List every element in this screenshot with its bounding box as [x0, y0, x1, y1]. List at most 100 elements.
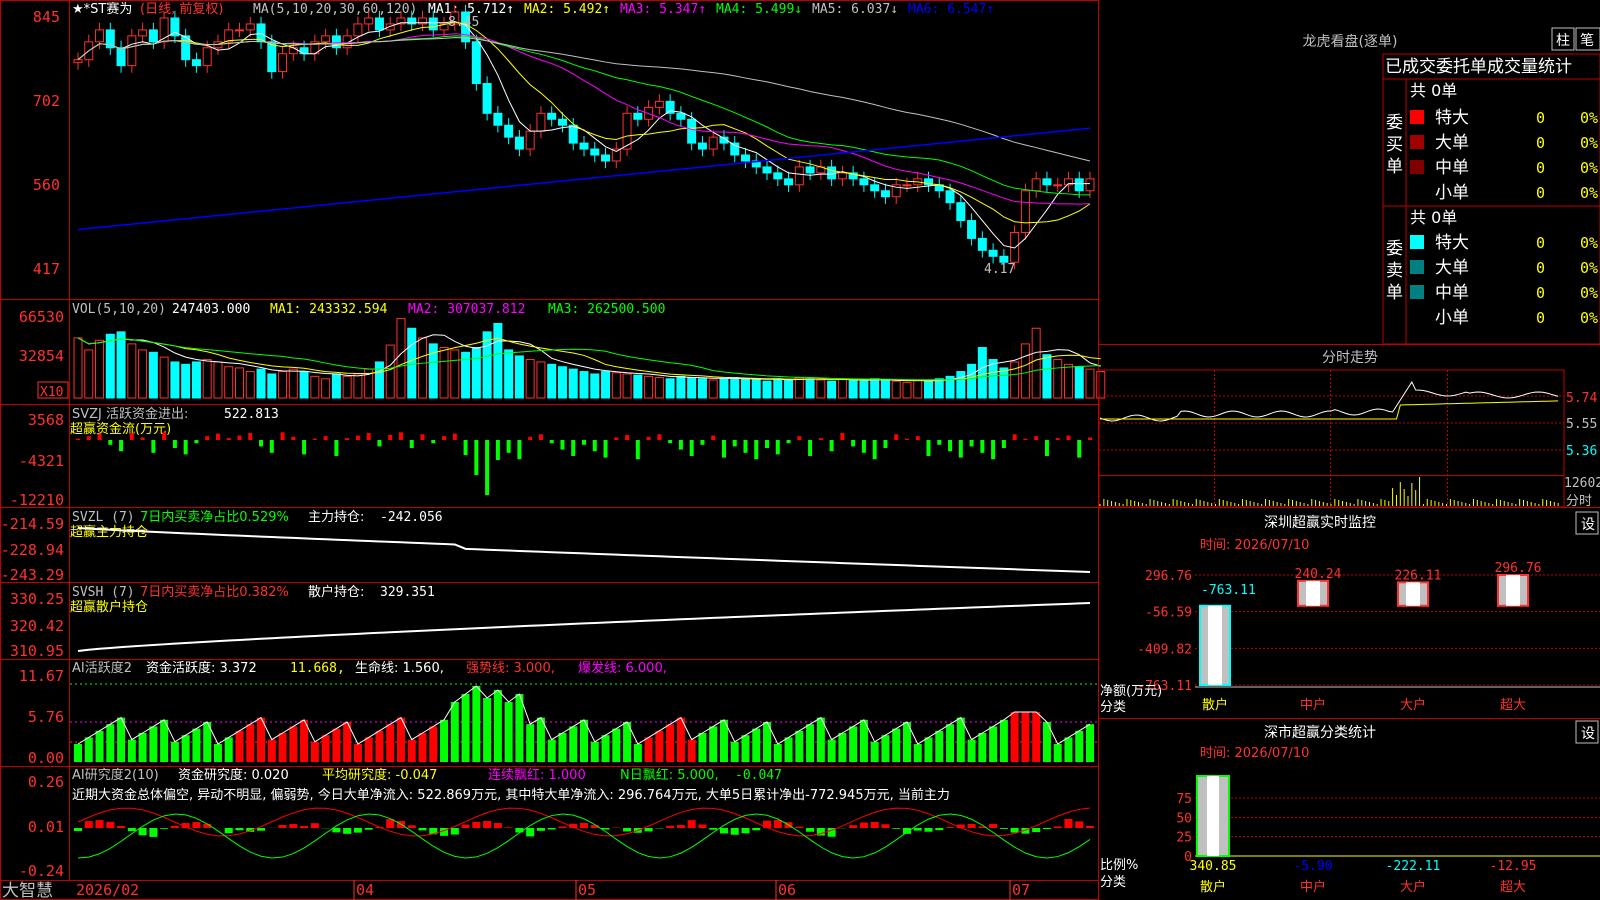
ai-active-bar — [773, 744, 782, 762]
vol-bar — [859, 380, 869, 399]
classify-category: 中户 — [1300, 879, 1326, 895]
ai-active-bar — [1021, 712, 1030, 762]
ai-research-d: N日飘红: 5.000, — [620, 767, 719, 783]
monitor-panel: 深圳超赢实时监控 设 时间: 2026/07/10 296.76 -56.59 -4… — [1098, 507, 1600, 715]
svzj-value: 522.813 — [224, 407, 279, 422]
monitor-chart: 296.76-56.59-409.82-763.11-763.11散户240.2… — [1137, 561, 1600, 713]
chart-canvas: 845 702 560 417 ★*ST赛为 (日线, 前复权) MA(5,10… — [0, 0, 1600, 900]
ai-active-bar — [386, 724, 395, 762]
svzj-bar — [323, 436, 328, 440]
ai-research-bar — [235, 828, 244, 831]
classify-value: -12.95 — [1490, 859, 1537, 874]
vol-bar — [514, 355, 524, 399]
vol-bar — [837, 378, 847, 399]
intraday-title: 分时走势 — [1322, 350, 1378, 366]
svzj-bar — [668, 440, 673, 444]
svsh-line — [77, 602, 1091, 652]
intraday-avg-line — [1100, 400, 1559, 420]
svsh-title: SVSH (7) 7日内买卖净占比0.382% 散户持仓: 329.351 超赢… — [70, 584, 435, 615]
svzj-bar — [420, 434, 425, 440]
vol-bar — [762, 380, 772, 399]
ai-active-bar — [418, 733, 427, 762]
vol-bar — [116, 331, 126, 399]
price-tick: 560 — [33, 176, 60, 194]
ai-research-bar — [806, 828, 815, 832]
ai-active-bar — [504, 702, 513, 762]
vol-ma3: MA3: 262500.500 — [548, 302, 665, 317]
svzj-bar — [614, 437, 619, 440]
ai-active-label: AI活跃度2 — [72, 660, 132, 676]
svzj-bar — [937, 440, 942, 445]
vol-bar — [784, 379, 794, 399]
vol-ma1: MA1: 243332.594 — [270, 302, 388, 317]
ai-active-bar — [213, 744, 222, 762]
svzj-bar — [969, 440, 974, 447]
ai-research-bar — [870, 822, 879, 828]
ai-active-bar — [558, 733, 567, 762]
candle-body — [837, 172, 847, 180]
ai-active-bar — [1032, 712, 1041, 762]
monitor-category: 大户 — [1400, 697, 1426, 713]
candle-body — [590, 148, 600, 156]
candle-body — [514, 136, 524, 150]
candle-body — [288, 47, 298, 55]
vol-bar — [353, 373, 363, 399]
ai-active-bar — [730, 741, 739, 762]
svzj-bar — [1023, 438, 1028, 440]
classify-settings-label: 设 — [1581, 726, 1595, 742]
vol-bar — [450, 349, 460, 399]
ai-active-bar — [741, 735, 750, 762]
ai-research-bar — [289, 824, 298, 828]
svzj-bar — [904, 438, 909, 440]
candle-body — [956, 202, 966, 222]
vol-bar — [1096, 371, 1106, 399]
ai-active-bar — [224, 737, 233, 762]
svzj-bar — [678, 440, 683, 450]
svzj-bar — [269, 440, 274, 453]
candle-body — [697, 142, 707, 150]
svzj-tick: -4321 — [19, 452, 64, 470]
vol-bar — [870, 378, 880, 399]
vol-bar — [170, 361, 180, 399]
ai-research-bar — [902, 828, 911, 834]
ai-active-bar — [138, 733, 147, 762]
ai-active-bar — [483, 698, 492, 762]
ai-research-bar — [881, 824, 890, 828]
ai-research-bar — [224, 828, 233, 834]
row-swatch — [1410, 135, 1424, 149]
ai-research-bar — [515, 828, 524, 833]
svzj-bar — [549, 440, 554, 444]
ai-active-bar — [698, 733, 707, 762]
ai-research-bar — [1042, 828, 1051, 829]
vol-bar — [482, 331, 492, 399]
row-value: 0 — [1536, 234, 1545, 252]
intraday-vol-top: 12602 — [1564, 476, 1600, 491]
vol-bar — [278, 371, 288, 399]
intraday-price-line — [1099, 380, 1559, 422]
ai-active-bar — [450, 702, 459, 762]
svzj-bar — [237, 435, 242, 440]
vol-bar — [234, 367, 244, 399]
ai-research-bar — [493, 823, 502, 828]
svzj-bar — [205, 436, 210, 440]
svsh-value: 329.351 — [380, 585, 435, 600]
monitor-value: -763.11 — [1201, 583, 1256, 598]
svsh-tick: 320.42 — [10, 617, 64, 635]
svzj-bar — [883, 440, 888, 448]
vol-unit: X10 — [40, 385, 63, 400]
vol-bar — [719, 378, 729, 399]
ai-active-bar — [332, 728, 341, 762]
ai-research-bar — [95, 820, 104, 828]
ai-research-bar — [730, 828, 739, 835]
ai-research-bar — [192, 822, 201, 828]
svzj-bar — [248, 432, 253, 440]
svzj-bar — [861, 440, 866, 453]
classify-value: -222.11 — [1386, 859, 1441, 874]
row-value: 0 — [1536, 134, 1545, 152]
candle-body — [1042, 178, 1052, 186]
svzj-bar — [1001, 440, 1006, 448]
ai-active-bar — [547, 739, 556, 762]
candle-body — [557, 118, 567, 126]
ai-active-bar — [709, 726, 718, 762]
ai-research-bar — [967, 824, 976, 828]
